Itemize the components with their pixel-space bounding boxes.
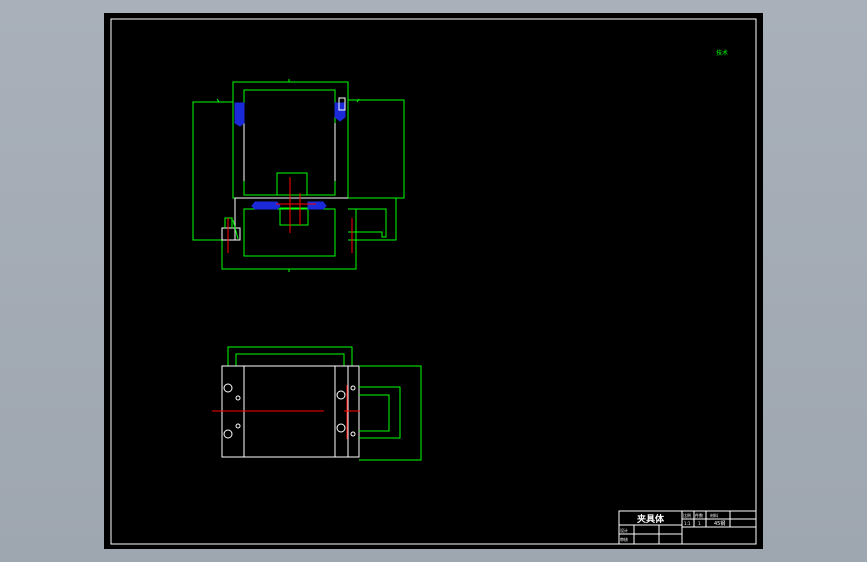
right-clamp-inner [359,394,390,432]
right-clamp-outline [359,365,422,461]
row-check: 审核 [620,536,628,542]
front-view [192,79,405,272]
top-outline-inner [235,353,345,366]
clamp-arm-inner [348,208,387,238]
hole-small-2 [235,423,241,429]
hole-small-3 [350,385,356,391]
scale-value: 1:1 [684,521,691,526]
lower-frame [221,209,357,270]
hole-right-top [336,390,346,400]
center-key [276,172,308,196]
corner-note: 技术 [716,49,728,57]
material-value: 45钢 [714,520,725,527]
header-material: 材料 [710,512,718,518]
hatch-key-right [307,201,327,210]
part-name: 夹具体 [637,513,665,525]
drawing-sheet: 技术 夹具体 比例 件数 材料 1:1 1 45钢 设计 审核 [104,13,763,549]
hatch-key-left [251,201,281,210]
right-step-bracket [348,99,405,199]
qty-value: 1 [698,521,701,526]
hatch-left [234,102,245,127]
top-view [212,346,422,461]
header-qty: 件数 [695,512,703,518]
hatch-right [334,102,346,122]
hole-left-top [223,383,233,393]
slot [279,207,309,226]
header-scale: 比例 [683,512,691,518]
drawing-border [110,18,757,545]
hole-small-1 [235,395,241,401]
hole-right-bottom [336,423,346,433]
cad-drawing: 技术 夹具体 比例 件数 材料 1:1 1 45钢 设计 审核 [110,18,757,545]
hole-left-bottom [223,429,233,439]
hole-small-4 [350,431,356,437]
row-design: 设计 [620,527,628,533]
top-outline [227,346,353,366]
clamp-arm-outer [348,197,397,241]
left-bracket [192,101,233,241]
